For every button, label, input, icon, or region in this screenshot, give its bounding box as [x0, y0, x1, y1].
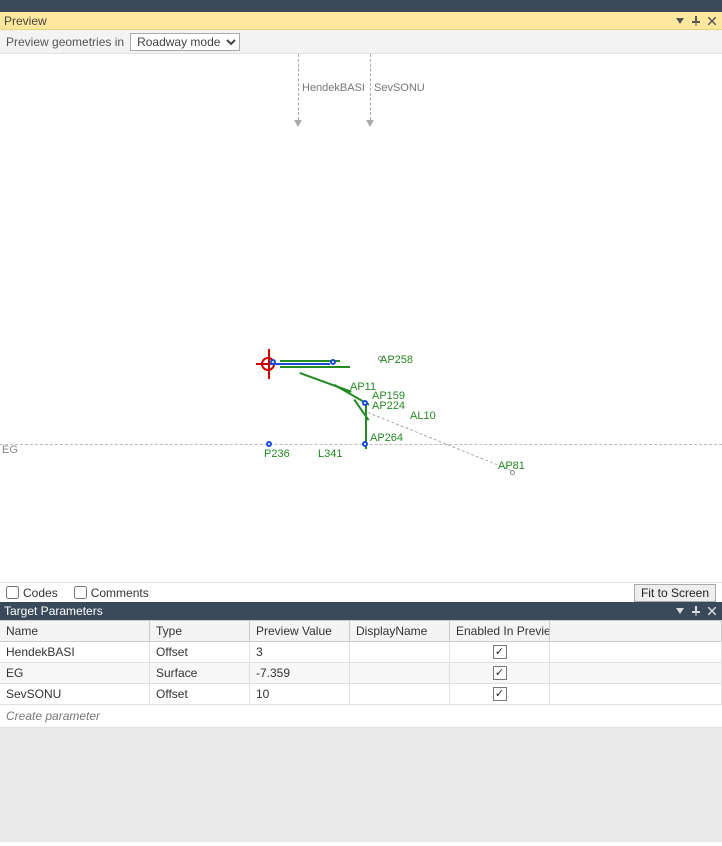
close-icon[interactable] [706, 15, 718, 27]
table-row[interactable]: SevSONUOffset10 [0, 684, 722, 705]
enabled-checkbox[interactable] [493, 645, 507, 659]
fit-to-screen-button[interactable]: Fit to Screen [634, 584, 716, 602]
pin-icon[interactable] [690, 605, 702, 617]
col-enabled[interactable]: Enabled In Previe [450, 621, 550, 641]
preview-panel-header: Preview [0, 12, 722, 30]
assembly-segment [270, 363, 330, 365]
preview-mode-select[interactable]: Roadway mode [130, 33, 240, 51]
cell-name[interactable]: SevSONU [0, 684, 150, 704]
point-label: L341 [318, 448, 342, 460]
enabled-checkbox[interactable] [493, 687, 507, 701]
cell-type[interactable]: Offset [150, 684, 250, 704]
col-display[interactable]: DisplayName [350, 621, 450, 641]
close-icon[interactable] [706, 605, 718, 617]
blue-node [362, 441, 368, 447]
comments-checkbox[interactable]: Comments [74, 586, 149, 600]
point-label: P236 [264, 448, 290, 460]
target-arrow [298, 54, 299, 120]
col-spacer [550, 621, 722, 641]
cell-enabled[interactable] [450, 684, 550, 704]
eg-baseline [0, 444, 722, 445]
col-type[interactable]: Type [150, 621, 250, 641]
cell-type[interactable]: Surface [150, 663, 250, 683]
preview-mode-label: Preview geometries in [6, 35, 124, 49]
enabled-checkbox[interactable] [493, 666, 507, 680]
arrow-head-icon [366, 120, 374, 127]
col-preview[interactable]: Preview Value [250, 621, 350, 641]
preview-bottom-bar: Codes Comments Fit to Screen [0, 582, 722, 602]
cell-name[interactable]: EG [0, 663, 150, 683]
table-row[interactable]: HendekBASIOffset3 [0, 642, 722, 663]
create-parameter-row[interactable]: Create parameter [0, 705, 722, 728]
col-name[interactable]: Name [0, 621, 150, 641]
cell-preview[interactable]: 10 [250, 684, 350, 704]
arrow-label: SevSONU [374, 82, 425, 94]
target-parameters-header: Target Parameters [0, 602, 722, 620]
pin-icon[interactable] [690, 15, 702, 27]
eg-axis-label: EG [2, 444, 18, 456]
arrow-head-icon [294, 120, 302, 127]
table-row[interactable]: EGSurface-7.359 [0, 663, 722, 684]
dropdown-icon[interactable] [674, 15, 686, 27]
blue-node [270, 359, 276, 365]
arrow-label: HendekBASI [302, 82, 365, 94]
preview-title: Preview [4, 12, 47, 30]
dropdown-icon[interactable] [674, 605, 686, 617]
target-arrow [370, 54, 371, 120]
target-parameters-title: Target Parameters [4, 602, 103, 620]
point-label: AL10 [410, 410, 436, 422]
assembly-segment [280, 366, 350, 368]
cell-preview[interactable]: -7.359 [250, 663, 350, 683]
empty-area [0, 728, 722, 842]
blue-node [362, 400, 368, 406]
cell-spacer [550, 684, 722, 704]
preview-toolbar: Preview geometries in Roadway mode [0, 30, 722, 54]
window-top-strip [0, 0, 722, 12]
cell-enabled[interactable] [450, 642, 550, 662]
point-label: AP258 [380, 354, 413, 366]
cell-enabled[interactable] [450, 663, 550, 683]
blue-node [266, 441, 272, 447]
cell-display[interactable] [350, 684, 450, 704]
cell-display[interactable] [350, 642, 450, 662]
table-header-row: Name Type Preview Value DisplayName Enab… [0, 620, 722, 642]
cell-type[interactable]: Offset [150, 642, 250, 662]
codes-checkbox[interactable]: Codes [6, 586, 58, 600]
point-label: AP264 [370, 432, 403, 444]
target-parameters-table: Name Type Preview Value DisplayName Enab… [0, 620, 722, 728]
cell-display[interactable] [350, 663, 450, 683]
cell-spacer [550, 663, 722, 683]
preview-canvas[interactable]: HendekBASI SevSONU EG AP258 AP11 AP159 A… [0, 54, 722, 582]
cell-name[interactable]: HendekBASI [0, 642, 150, 662]
cell-spacer [550, 642, 722, 662]
point-label: AP224 [372, 400, 405, 412]
cell-preview[interactable]: 3 [250, 642, 350, 662]
point-label: AP81 [498, 460, 525, 472]
blue-node [330, 359, 336, 365]
